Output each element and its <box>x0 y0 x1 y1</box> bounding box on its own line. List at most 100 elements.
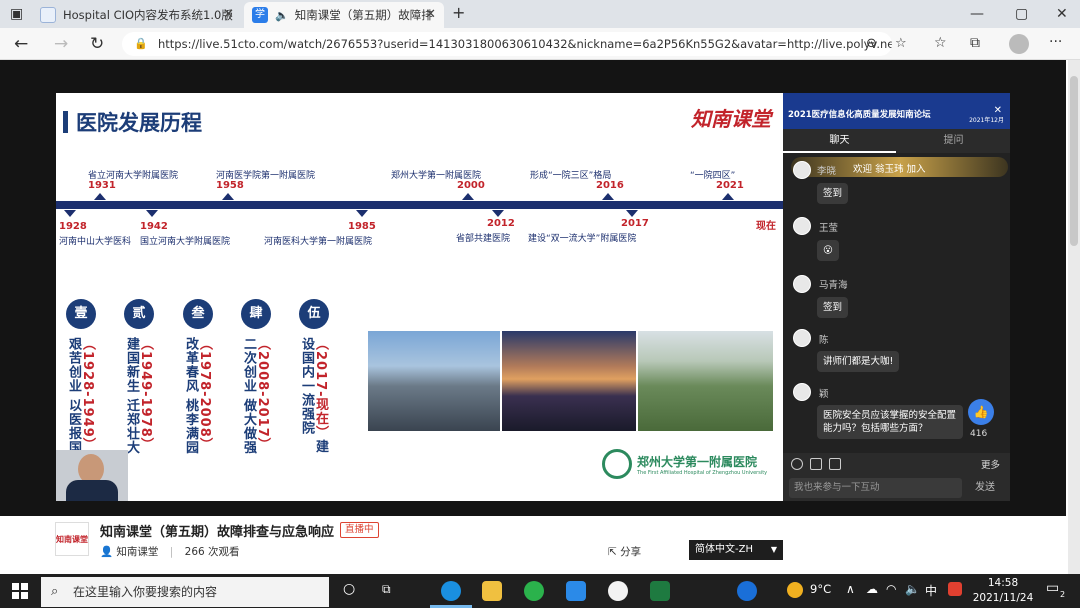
favorite-add-icon[interactable]: ☆ <box>895 36 907 51</box>
new-tab-button[interactable]: + <box>452 3 465 22</box>
tab-zhinan-live[interactable]: 学 🔈 知南课堂（第五期）故障排 ✕ <box>244 2 444 28</box>
event-1985-year: 1985 <box>348 221 376 232</box>
taskbar-search-box[interactable]: ⌕ 在这里输入你要搜索的内容 <box>41 577 329 607</box>
search-app-icon[interactable] <box>608 581 628 601</box>
notification-icon[interactable]: ▭ <box>1046 580 1059 596</box>
tab-questions[interactable]: 提问 <box>897 129 1010 153</box>
course-title: 知南课堂（第五期）故障排查与应急响应 <box>100 525 335 540</box>
send-button[interactable]: 发送 <box>965 478 1005 498</box>
more-button[interactable]: 更多 <box>981 457 1000 471</box>
slide-title-text: 医院发展历程 <box>76 110 202 135</box>
input-method-icon[interactable] <box>948 582 962 596</box>
settings-more-icon[interactable]: ··· <box>1049 34 1062 50</box>
close-banner-icon[interactable]: ✕ <box>994 105 1002 116</box>
taskbar-clock[interactable]: 14:58 2021/11/24 <box>968 576 1038 606</box>
host-name[interactable]: 知南课堂 <box>116 546 158 558</box>
emoji-icon[interactable] <box>791 458 803 470</box>
browser-tab-bar: ▣ Hospital CIO内容发布系统1.0版 ✕ 学 🔈 知南课堂（第五期）… <box>0 0 1080 28</box>
user-avatar[interactable] <box>793 275 811 293</box>
scrollbar-thumb[interactable] <box>1070 76 1078 246</box>
phase-5-years: （2017-现在） <box>313 337 328 440</box>
lock-icon[interactable]: 🔒 <box>134 32 148 56</box>
ime-indicator[interactable]: 中 <box>925 582 937 599</box>
view-count: 266 次观看 <box>184 546 240 558</box>
event-1958-year: 1958 <box>216 180 244 191</box>
message-text: 医院安全员应该掌握的安全配置能力吗？包括哪些方面？ <box>817 405 963 439</box>
live-status-badge: 直播中 <box>340 522 379 538</box>
user-avatar[interactable] <box>793 217 811 235</box>
event-1928-institution: 河南中山大学医科 <box>59 237 132 247</box>
presentation-slide: 医院发展历程 知南课堂 省立河南大学附属医院 1931 河南医学院第一附属医院 … <box>56 93 783 501</box>
phase-3-label: 改革春风 桃李满园 <box>183 337 198 455</box>
page-content: 医院发展历程 知南课堂 省立河南大学附属医院 1931 河南医学院第一附属医院 … <box>0 60 1080 574</box>
file-explorer-icon[interactable] <box>482 581 502 601</box>
event-2021-year: 2021 <box>716 180 744 191</box>
notice-icon[interactable] <box>829 458 841 470</box>
volume-icon[interactable]: 🔈 <box>905 582 920 596</box>
message-username: 马青海 <box>819 280 848 291</box>
hospital-sunset-photo <box>502 331 636 431</box>
edge-browser-icon[interactable] <box>441 581 461 601</box>
refresh-button[interactable]: ↻ <box>90 34 104 54</box>
share-button[interactable]: ⇱ 分享 <box>608 544 641 559</box>
event-2017-year: 2017 <box>621 218 649 229</box>
profile-avatar[interactable] <box>1009 34 1029 54</box>
audio-playing-icon[interactable]: 🔈 <box>275 9 289 22</box>
message-text: 😮 <box>817 240 839 261</box>
phase-1-text: （1928-1949）艰苦创业 以医报国 <box>66 337 95 457</box>
tab-hospital-cio[interactable]: Hospital CIO内容发布系统1.0版 ✕ <box>32 2 242 28</box>
zoom-icon[interactable]: ⊖ <box>866 36 877 51</box>
feishu-icon[interactable] <box>566 581 586 601</box>
chat-tabs: 聊天 提问 <box>783 129 1010 153</box>
task-view-icon[interactable]: ⧉ <box>382 582 391 597</box>
wifi-icon[interactable]: ◠ <box>886 582 896 596</box>
back-button[interactable]: ← <box>14 34 28 54</box>
share-icon: ⇱ <box>608 546 617 558</box>
cortana-icon[interactable]: ○ <box>343 581 355 597</box>
tab-title: Hospital CIO内容发布系统1.0版 <box>63 8 233 22</box>
site-favicon-icon: 学 <box>252 7 268 23</box>
forum-banner: 2021医疗信息化高质量发展知南论坛 2021年12月 ✕ <box>783 93 1010 129</box>
help-app-icon[interactable] <box>737 581 757 601</box>
tab-actions-icon[interactable]: ▣ <box>10 6 23 22</box>
hospital-city-photo <box>368 331 500 431</box>
weather-temperature[interactable]: 9°C <box>810 582 831 596</box>
address-field[interactable]: 🔒 https://live.51cto.com/watch/2676553?u… <box>122 32 892 56</box>
windows-logo-icon <box>21 592 28 599</box>
collections-icon[interactable]: ⧉ <box>970 35 980 51</box>
phase-1-years: （1928-1949） <box>80 337 95 452</box>
tab-title: 知南课堂（第五期）故障排 <box>294 8 433 22</box>
tray-expand-icon[interactable]: ∧ <box>846 582 855 596</box>
image-icon[interactable] <box>810 458 822 470</box>
user-avatar[interactable] <box>793 383 811 401</box>
start-button[interactable] <box>12 583 28 599</box>
close-tab-icon[interactable]: ✕ <box>223 7 234 22</box>
lecturer-body <box>66 480 118 501</box>
excel-icon[interactable] <box>650 581 670 601</box>
forward-button[interactable]: → <box>54 34 68 54</box>
language-select[interactable]: 简体中文-ZH ▼ <box>689 540 783 560</box>
clock-time: 14:58 <box>987 577 1019 589</box>
timeline-marker <box>602 193 614 200</box>
hospital-campus-photo <box>638 331 773 431</box>
timeline-marker <box>626 210 638 217</box>
timeline-marker <box>356 210 368 217</box>
cloud-icon[interactable]: ☁ <box>866 582 878 596</box>
chat-message-input[interactable]: 我也来参与一下互动 <box>789 478 962 498</box>
tab-chat[interactable]: 聊天 <box>783 129 896 153</box>
phase-5-text: （2017-现在）建设国内一流强院 <box>299 337 328 457</box>
user-avatar[interactable] <box>793 329 811 347</box>
wechat-icon[interactable] <box>524 581 544 601</box>
event-1931-year: 1931 <box>88 180 116 191</box>
close-tab-icon[interactable]: ✕ <box>425 7 436 22</box>
hospital-name: 郑州大学第一附属医院 <box>637 454 758 469</box>
maximize-button[interactable]: ▢ <box>1015 6 1028 22</box>
user-avatar[interactable] <box>793 161 811 179</box>
weather-sun-icon <box>787 582 803 598</box>
favorites-icon[interactable]: ☆ <box>934 35 947 51</box>
minimize-button[interactable]: — <box>970 6 984 22</box>
like-button[interactable]: 👍 <box>968 399 994 425</box>
close-window-button[interactable]: ✕ <box>1056 6 1068 22</box>
phase-2-text: （1949-1978）建国新生 迁郑壮大 <box>124 337 153 457</box>
lecturer-video[interactable] <box>56 450 128 501</box>
